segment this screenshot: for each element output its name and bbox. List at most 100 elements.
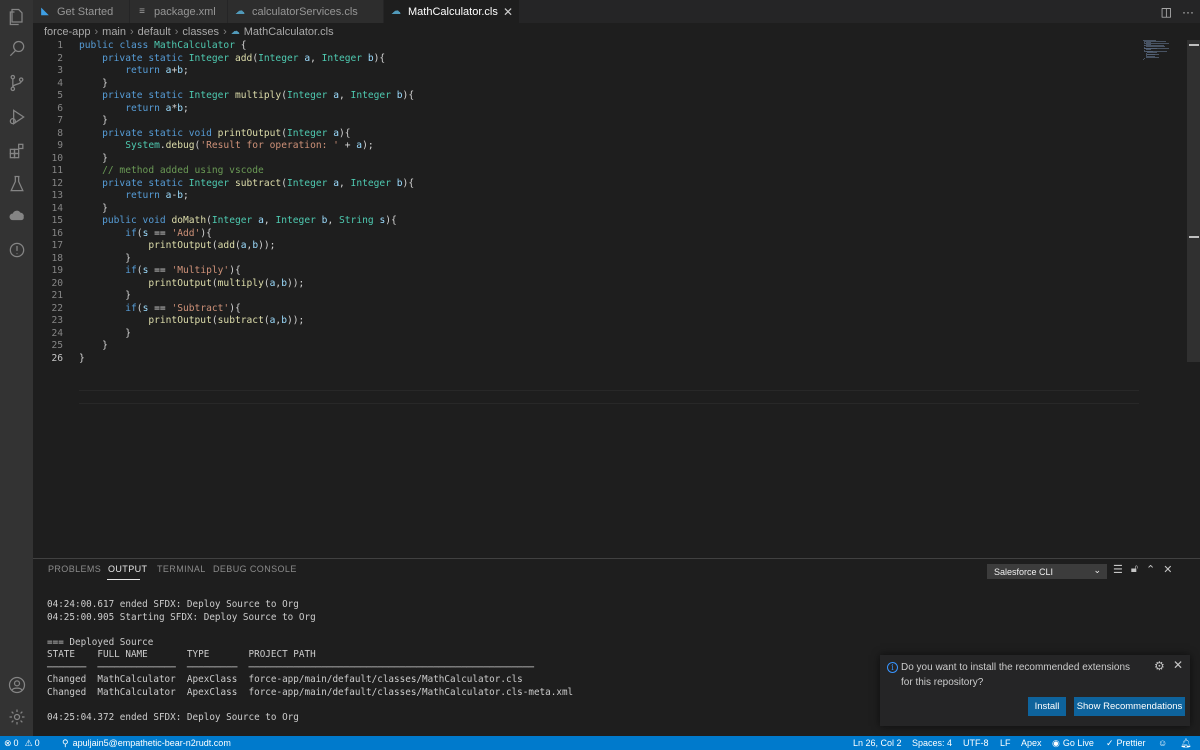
tab-calculator-services[interactable]: ☁ calculatorServices.cls (228, 0, 384, 23)
close-icon[interactable]: ✕ (503, 5, 513, 19)
editor-scrollbar[interactable] (1187, 40, 1200, 362)
show-recommendations-button[interactable]: Show Recommendations (1074, 697, 1185, 716)
code-text: private static Integer multiply(Integer … (102, 90, 415, 101)
code-line[interactable]: 20 printOutput(multiply(a,b)); (33, 278, 1140, 291)
install-button[interactable]: Install (1028, 697, 1066, 716)
org-problems-icon[interactable] (0, 233, 33, 267)
code-text: } (79, 77, 108, 89)
code-line[interactable]: 1 public class MathCalculator { (33, 40, 1140, 53)
account-icon[interactable] (0, 668, 33, 702)
feedback-icon[interactable]: ☺ (1158, 736, 1167, 750)
org-status[interactable]: ⚲ apuljain5@empathetic-bear-n2rudt.com (62, 736, 231, 750)
plug-icon: ⚲ (62, 737, 69, 748)
notification-message: Do you want to install the recommended e… (901, 662, 1131, 688)
close-panel-icon[interactable]: ✕ (1163, 563, 1172, 576)
tab-label: Get Started (57, 5, 114, 18)
code-line[interactable]: 15 public void doMath(Integer a, Integer… (33, 215, 1140, 228)
code-line[interactable]: 2 private static Integer add(Integer a, … (33, 53, 1140, 66)
maximize-panel-icon[interactable]: ⌃ (1146, 563, 1155, 576)
breadcrumb-item[interactable]: default (138, 26, 171, 38)
code-line[interactable]: 24 } (33, 328, 1140, 341)
tab-output[interactable]: OUTPUT (108, 564, 147, 574)
problems-status[interactable]: ⊗ 0 ⚠ 0 (4, 736, 40, 750)
gear-icon[interactable]: ⚙ (1154, 659, 1165, 673)
tab-terminal[interactable]: TERMINAL (157, 564, 206, 574)
code-text: private static void printOutput(Integer … (102, 127, 351, 139)
output-line: 04:25:04.372 ended SFDX: Deploy Source t… (47, 711, 299, 723)
testing-icon[interactable] (0, 167, 33, 201)
tab-debug-console[interactable]: DEBUG CONSOLE (213, 564, 297, 574)
breadcrumb-item[interactable]: force-app (44, 26, 90, 38)
code-text: } (79, 352, 85, 364)
code-line[interactable]: 26} (33, 353, 1140, 366)
code-editor[interactable]: 1 public class MathCalculator {2 private … (33, 40, 1140, 558)
code-line[interactable]: 11 // method added using vscode (33, 165, 1140, 178)
code-line[interactable]: 22 if(s == 'Subtract'){ (33, 303, 1140, 316)
lock-icon[interactable]: 🔓︎ (1131, 563, 1138, 576)
code-text: return a+b; (125, 65, 189, 76)
output-line: Changed MathCalculator ApexClass force-a… (47, 674, 523, 686)
list-filter-icon[interactable]: ☰ (1113, 563, 1123, 576)
code-line[interactable]: 9 System.debug('Result for operation: ' … (33, 140, 1140, 153)
extensions-icon[interactable] (0, 134, 33, 168)
code-line[interactable]: 10 } (33, 153, 1140, 166)
run-debug-icon[interactable] (0, 100, 33, 134)
go-live-button[interactable]: ◉ Go Live (1052, 736, 1094, 750)
tab-get-started[interactable]: ◣ Get Started (33, 0, 130, 23)
encoding-status[interactable]: UTF-8 (963, 736, 989, 750)
code-text: } (79, 152, 108, 164)
more-actions-icon[interactable]: ··· (1182, 5, 1194, 19)
prettier-status[interactable]: ✓ Prettier (1106, 736, 1146, 750)
language-mode[interactable]: Apex (1021, 736, 1042, 750)
code-line[interactable]: 16 if(s == 'Add'){ (33, 228, 1140, 241)
minimap[interactable] (1143, 40, 1185, 60)
code-line[interactable]: 21 } (33, 290, 1140, 303)
line-number: 21 (51, 290, 63, 301)
breadcrumb-item[interactable]: classes (182, 26, 219, 38)
explorer-icon[interactable] (0, 0, 33, 34)
line-number: 14 (51, 202, 63, 214)
indentation-status[interactable]: Spaces: 4 (912, 736, 952, 750)
code-line[interactable]: 8 private static void printOutput(Intege… (33, 128, 1140, 141)
salesforce-file-icon: ☁ (230, 26, 240, 36)
code-line[interactable]: 4 } (33, 78, 1140, 91)
split-editor-icon[interactable]: ◫ (1161, 5, 1172, 19)
search-icon[interactable] (0, 32, 33, 66)
code-line[interactable]: 13 return a-b; (33, 190, 1140, 203)
code-text: } (79, 290, 131, 301)
code-line[interactable]: 18 } (33, 253, 1140, 266)
breadcrumb-item[interactable]: main (102, 26, 126, 38)
tab-math-calculator[interactable]: ☁ MathCalculator.cls ✕ (384, 0, 520, 23)
code-line[interactable]: 17 printOutput(add(a,b)); (33, 240, 1140, 253)
code-line[interactable]: 12 private static Integer subtract(Integ… (33, 178, 1140, 191)
close-icon[interactable]: ✕ (1173, 658, 1183, 672)
tab-problems[interactable]: PROBLEMS (48, 564, 101, 574)
code-line[interactable]: 23 printOutput(subtract(a,b)); (33, 315, 1140, 328)
output-channel-select[interactable]: Salesforce CLI ⌄ (987, 564, 1107, 579)
line-number: 6 (57, 102, 63, 114)
salesforce-cloud-icon[interactable] (0, 199, 33, 233)
cursor-position[interactable]: Ln 26, Col 2 (853, 736, 902, 750)
eol-status[interactable]: LF (1000, 736, 1011, 750)
code-line[interactable]: 6 return a*b; (33, 103, 1140, 116)
source-control-icon[interactable] (0, 66, 33, 100)
code-line[interactable]: 14 } (33, 203, 1140, 216)
panel-actions: ☰ 🔓︎ ⌃ ✕ (1113, 563, 1172, 576)
current-line-highlight (79, 390, 1139, 404)
manage-gear-icon[interactable] (0, 700, 33, 734)
line-number: 7 (57, 115, 63, 126)
line-number: 15 (51, 215, 63, 226)
code-line[interactable]: 5 private static Integer multiply(Intege… (33, 90, 1140, 103)
go-live-label: Go Live (1062, 738, 1094, 748)
code-line[interactable]: 7 } (33, 115, 1140, 128)
output-line: ─────── ────────────── ───────── ───────… (47, 661, 534, 673)
code-line[interactable]: 25 } (33, 340, 1140, 353)
line-number: 10 (51, 152, 63, 164)
vscode-logo-icon: ◣ (41, 6, 49, 17)
code-line[interactable]: 19 if(s == 'Multiply'){ (33, 265, 1140, 278)
code-line[interactable]: 3 return a+b; (33, 65, 1140, 78)
breadcrumb-item[interactable]: MathCalculator.cls (244, 26, 334, 38)
tab-package-xml[interactable]: ≡ package.xml (130, 0, 228, 23)
notifications-bell-icon[interactable]: 🔔︎ (1180, 736, 1191, 750)
salesforce-file-icon: ☁ (235, 6, 245, 17)
